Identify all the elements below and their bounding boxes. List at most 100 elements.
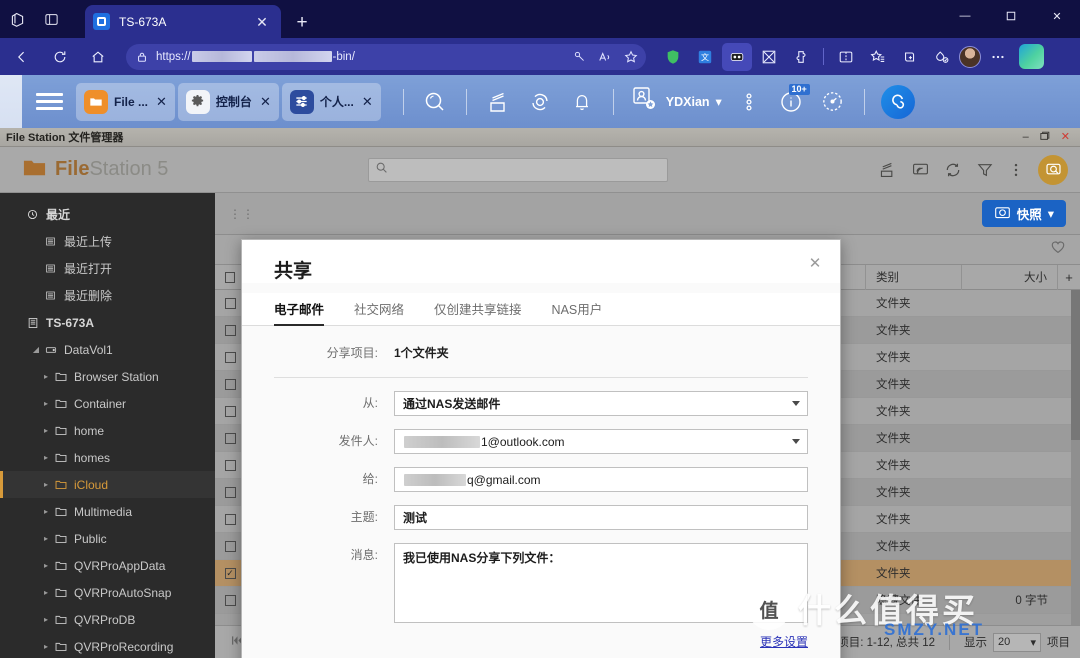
reading-list-icon[interactable] bbox=[722, 43, 752, 71]
dashboard-icon[interactable] bbox=[812, 80, 854, 124]
sync-icon[interactable] bbox=[519, 80, 561, 124]
restore-button[interactable] bbox=[1040, 131, 1050, 144]
sidebar-item-multimedia[interactable]: ▸Multimedia bbox=[0, 498, 215, 525]
extensions-icon[interactable] bbox=[786, 43, 816, 71]
more-settings-link[interactable]: 更多设置 bbox=[274, 633, 808, 650]
info-icon[interactable]: 10+ bbox=[770, 80, 812, 124]
sidebar-item-datavol1[interactable]: ◢DataVol1 bbox=[0, 336, 215, 363]
plus-icon[interactable]: + bbox=[287, 8, 317, 38]
address-bar[interactable]: https:// -bin/ bbox=[126, 44, 646, 70]
sidebar-item-[interactable]: 最近删除 bbox=[0, 282, 215, 309]
subject-input[interactable]: 测试 bbox=[394, 505, 808, 530]
expand-arrow-icon[interactable]: ▸ bbox=[40, 426, 52, 435]
dots-vertical-icon[interactable] bbox=[728, 80, 770, 124]
maximize-button[interactable] bbox=[988, 0, 1034, 32]
upload-icon[interactable] bbox=[878, 160, 897, 179]
collections-star-icon[interactable] bbox=[863, 43, 893, 71]
drop-icon[interactable] bbox=[927, 43, 957, 71]
snapshot-button[interactable]: 快照 ▾ bbox=[982, 200, 1066, 227]
avatar-icon[interactable] bbox=[959, 46, 981, 68]
workspaces-icon[interactable] bbox=[0, 0, 34, 38]
home-icon[interactable] bbox=[82, 42, 114, 72]
column-header-category[interactable]: 类别 bbox=[866, 265, 962, 290]
expand-arrow-icon[interactable]: ▸ bbox=[40, 399, 52, 408]
sidebar-item-qvrprodb[interactable]: ▸QVRProDB bbox=[0, 606, 215, 633]
share-tab-3[interactable]: NAS用户 bbox=[552, 293, 603, 325]
expand-arrow-icon[interactable]: ▸ bbox=[40, 561, 52, 570]
backup-icon[interactable] bbox=[477, 80, 519, 124]
close-button[interactable]: ✕ bbox=[1061, 132, 1070, 143]
back-arrow-icon[interactable] bbox=[6, 42, 38, 72]
heart-icon[interactable] bbox=[1050, 239, 1066, 260]
per-page-select[interactable]: 20 ▾ bbox=[993, 633, 1041, 652]
sidebar-item-public[interactable]: ▸Public bbox=[0, 525, 215, 552]
add-column-button[interactable]: + bbox=[1058, 265, 1080, 290]
split-screen-icon[interactable] bbox=[831, 43, 861, 71]
expand-arrow-icon[interactable]: ▸ bbox=[40, 480, 52, 489]
file-list-scrollbar[interactable] bbox=[1071, 290, 1080, 625]
expand-arrow-icon[interactable]: ▸ bbox=[40, 372, 52, 381]
filter-icon[interactable] bbox=[976, 161, 994, 179]
browser-essentials-icon[interactable] bbox=[895, 43, 925, 71]
scrollbar-thumb[interactable] bbox=[1071, 290, 1080, 440]
key-icon[interactable] bbox=[573, 50, 586, 63]
to-input[interactable]: q@gmail.com bbox=[394, 467, 808, 492]
minimize-button[interactable]: – bbox=[1023, 132, 1029, 143]
message-textarea[interactable]: 我已使用NAS分享下列文件： bbox=[394, 543, 808, 623]
sidebar-item-[interactable]: 最近上传 bbox=[0, 228, 215, 255]
expand-arrow-icon[interactable]: ▸ bbox=[40, 642, 52, 651]
star-icon[interactable] bbox=[624, 50, 638, 64]
app-tab-personal[interactable]: 个人... ✕ bbox=[282, 83, 381, 121]
sidebar-item-qvrproautosnap[interactable]: ▸QVRProAutoSnap bbox=[0, 579, 215, 606]
close-button[interactable]: ✕ bbox=[1034, 0, 1080, 32]
tab-panel-icon[interactable] bbox=[34, 0, 68, 38]
from-select[interactable]: 通过NAS发送邮件 bbox=[394, 391, 808, 416]
minimize-button[interactable]: — bbox=[942, 0, 988, 32]
close-icon[interactable]: ✕ bbox=[804, 252, 826, 274]
column-header-size[interactable]: 大小 bbox=[962, 265, 1058, 290]
ellipsis-icon[interactable] bbox=[983, 43, 1013, 71]
grip-dots-icon[interactable]: ⋮⋮ bbox=[229, 210, 255, 218]
read-aloud-icon[interactable] bbox=[598, 50, 612, 64]
expand-arrow-icon[interactable]: ◢ bbox=[30, 345, 42, 354]
copilot-icon[interactable] bbox=[1019, 44, 1044, 69]
expand-arrow-icon[interactable]: ▸ bbox=[40, 588, 52, 597]
sidebar-item-container[interactable]: ▸Container bbox=[0, 390, 215, 417]
close-icon[interactable]: ✕ bbox=[251, 11, 273, 33]
translate-icon[interactable]: 文 bbox=[690, 43, 720, 71]
sidebar-item-homes[interactable]: ▸homes bbox=[0, 444, 215, 471]
close-icon[interactable]: ✕ bbox=[362, 94, 373, 110]
sidebar-item-[interactable]: 最近打开 bbox=[0, 255, 215, 282]
qsirch-icon[interactable] bbox=[1038, 155, 1068, 185]
shield-icon[interactable] bbox=[658, 43, 688, 71]
close-icon[interactable]: ✕ bbox=[260, 94, 271, 110]
more-vertical-icon[interactable] bbox=[1008, 161, 1024, 179]
sidebar-item-home[interactable]: ▸home bbox=[0, 417, 215, 444]
expand-arrow-icon[interactable]: ▸ bbox=[40, 615, 52, 624]
hamburger-menu-icon[interactable] bbox=[22, 75, 76, 128]
sidebar-item-ts-673a[interactable]: TS-673A bbox=[0, 309, 215, 336]
app-tab-controlpanel[interactable]: 控制台 ✕ bbox=[178, 83, 279, 121]
search-input[interactable] bbox=[368, 158, 668, 182]
share-tab-2[interactable]: 仅创建共享链接 bbox=[434, 293, 522, 325]
share-tab-0[interactable]: 电子邮件 bbox=[274, 293, 324, 325]
user-menu[interactable]: YDXian ▾ bbox=[624, 84, 728, 119]
expand-arrow-icon[interactable]: ▸ bbox=[40, 453, 52, 462]
sidebar-item-browser-station[interactable]: ▸Browser Station bbox=[0, 363, 215, 390]
expand-arrow-icon[interactable]: ▸ bbox=[40, 507, 52, 516]
sidebar-item-icloud[interactable]: ▸iCloud bbox=[0, 471, 215, 498]
search-icon[interactable] bbox=[414, 80, 456, 124]
bell-icon[interactable] bbox=[561, 80, 603, 124]
reload-icon[interactable] bbox=[44, 42, 76, 72]
screenshot-icon[interactable] bbox=[754, 43, 784, 71]
sidebar-item-[interactable]: 最近 bbox=[0, 201, 215, 228]
expand-arrow-icon[interactable]: ▸ bbox=[40, 534, 52, 543]
refresh-icon[interactable] bbox=[944, 161, 962, 179]
close-icon[interactable]: ✕ bbox=[156, 94, 167, 110]
qnap-cloud-icon[interactable] bbox=[881, 85, 915, 119]
sidebar-item-qvrprorecording[interactable]: ▸QVRProRecording bbox=[0, 633, 215, 658]
browser-tab[interactable]: TS-673A ✕ bbox=[85, 5, 281, 38]
cast-icon[interactable] bbox=[911, 160, 930, 179]
share-tab-1[interactable]: 社交网络 bbox=[354, 293, 404, 325]
app-tab-filestation[interactable]: File ... ✕ bbox=[76, 83, 175, 121]
